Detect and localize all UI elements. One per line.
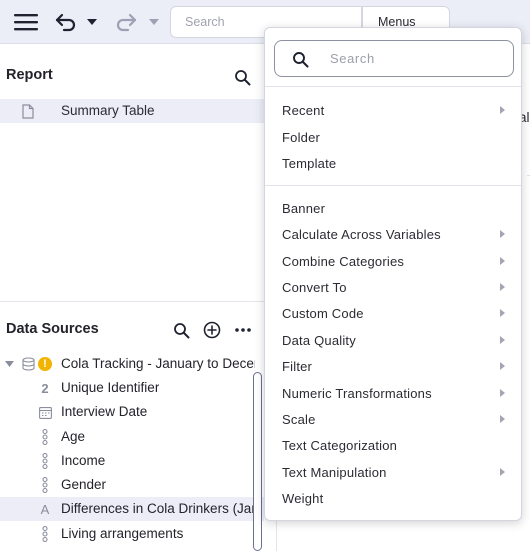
ordinal-variable-icon	[38, 428, 52, 446]
menu-item-label: Text Categorization	[282, 437, 398, 453]
submenu-arrow-icon	[500, 257, 505, 265]
menu-item-template[interactable]: Template	[265, 151, 521, 175]
menu-item-combine-categories[interactable]: Combine Categories	[265, 249, 521, 273]
menu-item-numeric-transformations[interactable]: Numeric Transformations	[265, 381, 521, 405]
undo-history-dropdown-icon[interactable]	[84, 14, 100, 30]
left-pane: Report Summary Table Data Sources ! Cola…	[0, 45, 264, 551]
submenu-arrow-icon	[500, 309, 505, 317]
menu-item-label: Template	[282, 155, 337, 171]
variable-row-living-arrangements[interactable]: Living arrangements	[0, 522, 264, 546]
variable-label: Gender	[61, 477, 107, 492]
data-sources-section-title: Data Sources	[6, 321, 99, 337]
menu-item-banner[interactable]: Banner	[265, 196, 521, 220]
pane-divider	[0, 301, 264, 302]
variable-row-income[interactable]: Income	[0, 449, 264, 473]
menu-search-placeholder: Search	[330, 51, 375, 66]
menu-item-label: Data Quality	[282, 332, 356, 348]
menu-item-data-quality[interactable]: Data Quality	[265, 328, 521, 352]
variable-row-differences-in-cola-drinkers[interactable]: A Differences in Cola Drinkers (Jan	[0, 497, 264, 521]
submenu-arrow-icon	[500, 336, 505, 344]
more-options-icon[interactable]	[233, 320, 253, 340]
database-icon	[20, 356, 36, 372]
undo-icon[interactable]	[52, 10, 80, 34]
submenu-arrow-icon	[500, 468, 505, 476]
ordinal-variable-icon	[38, 452, 52, 470]
redo-history-dropdown-icon[interactable]	[146, 14, 162, 30]
toolbar-search-placeholder: Search	[185, 15, 225, 29]
menu-item-custom-code[interactable]: Custom Code	[265, 301, 521, 325]
redo-icon[interactable]	[112, 10, 140, 34]
menu-item-label: Filter	[282, 358, 313, 374]
menu-item-folder[interactable]: Folder	[265, 125, 521, 149]
menu-item-filter[interactable]: Filter	[265, 354, 521, 378]
submenu-arrow-icon	[500, 362, 505, 370]
menu-item-label: Custom Code	[282, 305, 364, 321]
variable-row-unique-identifier[interactable]: 2 Unique Identifier	[0, 376, 264, 400]
menu-item-calculate-across-variables[interactable]: Calculate Across Variables	[265, 222, 521, 246]
menu-separator	[265, 86, 521, 87]
variable-row-gender[interactable]: Gender	[0, 473, 264, 497]
add-data-source-icon[interactable]	[202, 320, 222, 340]
menu-item-recent[interactable]: Recent	[265, 98, 521, 122]
menu-item-weight[interactable]: Weight	[265, 486, 521, 510]
text-variable-icon: A	[40, 501, 50, 517]
menu-item-label: Weight	[282, 490, 324, 506]
menu-item-text-categorization[interactable]: Text Categorization	[265, 433, 521, 457]
data-sources-search-icon[interactable]	[171, 320, 191, 340]
menu-item-text-manipulation[interactable]: Text Manipulation	[265, 460, 521, 484]
ordinal-variable-icon	[38, 525, 52, 543]
menu-search-input[interactable]: Search	[274, 40, 514, 77]
menu-item-label: Folder	[282, 129, 321, 145]
menu-item-label: Numeric Transformations	[282, 385, 432, 401]
menu-separator	[265, 185, 521, 186]
variable-label: Interview Date	[61, 404, 148, 419]
calendar-icon	[38, 404, 52, 420]
menu-item-scale[interactable]: Scale	[265, 407, 521, 431]
variable-row-interview-date[interactable]: Interview Date	[0, 400, 264, 424]
menu-item-label: Calculate Across Variables	[282, 226, 441, 242]
report-item-summary-table[interactable]: Summary Table	[0, 99, 264, 123]
variable-label: Age	[61, 429, 86, 444]
submenu-arrow-icon	[500, 389, 505, 397]
submenu-arrow-icon	[500, 283, 505, 291]
dataset-row[interactable]: ! Cola Tracking - January to Decem	[0, 352, 264, 376]
menu-item-label: Scale	[282, 411, 316, 427]
submenu-arrow-icon	[500, 415, 505, 423]
report-section-title: Report	[6, 67, 53, 83]
variable-row-age[interactable]: Age	[0, 425, 264, 449]
menus-dropdown: Search Recent Folder Template Banner Cal…	[264, 27, 522, 521]
hamburger-menu-icon[interactable]	[10, 10, 42, 34]
menu-item-label: Banner	[282, 200, 326, 216]
dataset-label: Cola Tracking - January to Decem	[61, 356, 255, 371]
ordinal-variable-icon	[38, 476, 52, 494]
warning-badge-icon: !	[38, 357, 52, 371]
submenu-arrow-icon	[500, 106, 505, 114]
report-item-label: Summary Table	[61, 103, 155, 118]
menu-item-label: Recent	[282, 102, 325, 118]
variable-label: Living arrangements	[61, 526, 184, 541]
data-sources-scrollbar[interactable]	[253, 372, 262, 551]
numeric-variable-icon: 2	[41, 380, 49, 396]
search-icon	[291, 50, 309, 68]
submenu-arrow-icon	[500, 230, 505, 238]
document-icon	[20, 103, 36, 119]
variable-label: Unique Identifier	[61, 380, 160, 395]
menu-item-convert-to[interactable]: Convert To	[265, 275, 521, 299]
variable-label: Differences in Cola Drinkers (Jan	[61, 501, 253, 516]
menu-item-label: Text Manipulation	[282, 464, 387, 480]
variable-label: Income	[61, 453, 106, 468]
report-search-icon[interactable]	[232, 67, 252, 87]
expand-caret-icon[interactable]	[4, 360, 14, 368]
menu-item-label: Convert To	[282, 279, 347, 295]
menu-item-label: Combine Categories	[282, 253, 405, 269]
